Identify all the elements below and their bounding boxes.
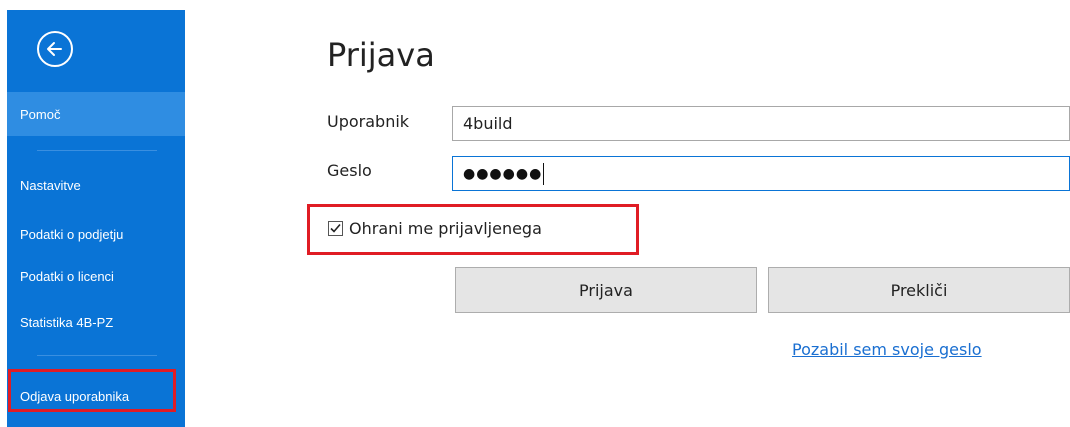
remember-me-row[interactable]: Ohrani me prijavljenega	[328, 219, 542, 238]
username-value: 4build	[463, 114, 513, 133]
logout-highlight	[8, 369, 176, 412]
sidebar-item-label: Pomoč	[20, 106, 61, 122]
remember-me-checkbox[interactable]	[328, 221, 343, 236]
login-button[interactable]: Prijava	[455, 267, 757, 313]
text-caret	[543, 162, 545, 185]
sidebar-item-statistics[interactable]: Statistika 4B-PZ	[7, 310, 185, 334]
arrow-left-icon	[47, 42, 62, 56]
sidebar-divider	[37, 150, 157, 151]
back-button[interactable]	[37, 31, 73, 67]
sidebar-divider	[37, 355, 157, 356]
sidebar-item-label: Statistika 4B-PZ	[20, 314, 114, 330]
username-label: Uporabnik	[327, 112, 410, 131]
password-field[interactable]: ●●●●●●	[452, 156, 1070, 191]
sidebar-item-settings[interactable]: Nastavitve	[7, 173, 185, 197]
sidebar-item-label: Podatki o licenci	[20, 268, 114, 284]
remember-me-label: Ohrani me prijavljenega	[349, 219, 542, 238]
sidebar-item-label: Nastavitve	[20, 177, 81, 193]
sidebar: Pomoč Nastavitve Podatki o podjetju Poda…	[7, 10, 185, 427]
cancel-button[interactable]: Prekliči	[768, 267, 1070, 313]
forgot-password-link[interactable]: Pozabil sem svoje geslo	[792, 340, 982, 359]
page-title: Prijava	[327, 36, 435, 74]
password-value: ●●●●●●	[463, 165, 543, 182]
checkmark-icon	[330, 223, 341, 233]
sidebar-item-help[interactable]: Pomoč	[7, 92, 185, 136]
sidebar-item-license-data[interactable]: Podatki o licenci	[7, 264, 185, 288]
username-field[interactable]: 4build	[452, 106, 1070, 141]
sidebar-item-company-data[interactable]: Podatki o podjetju	[7, 222, 185, 246]
sidebar-item-label: Podatki o podjetju	[20, 226, 124, 242]
password-label: Geslo	[327, 161, 372, 180]
